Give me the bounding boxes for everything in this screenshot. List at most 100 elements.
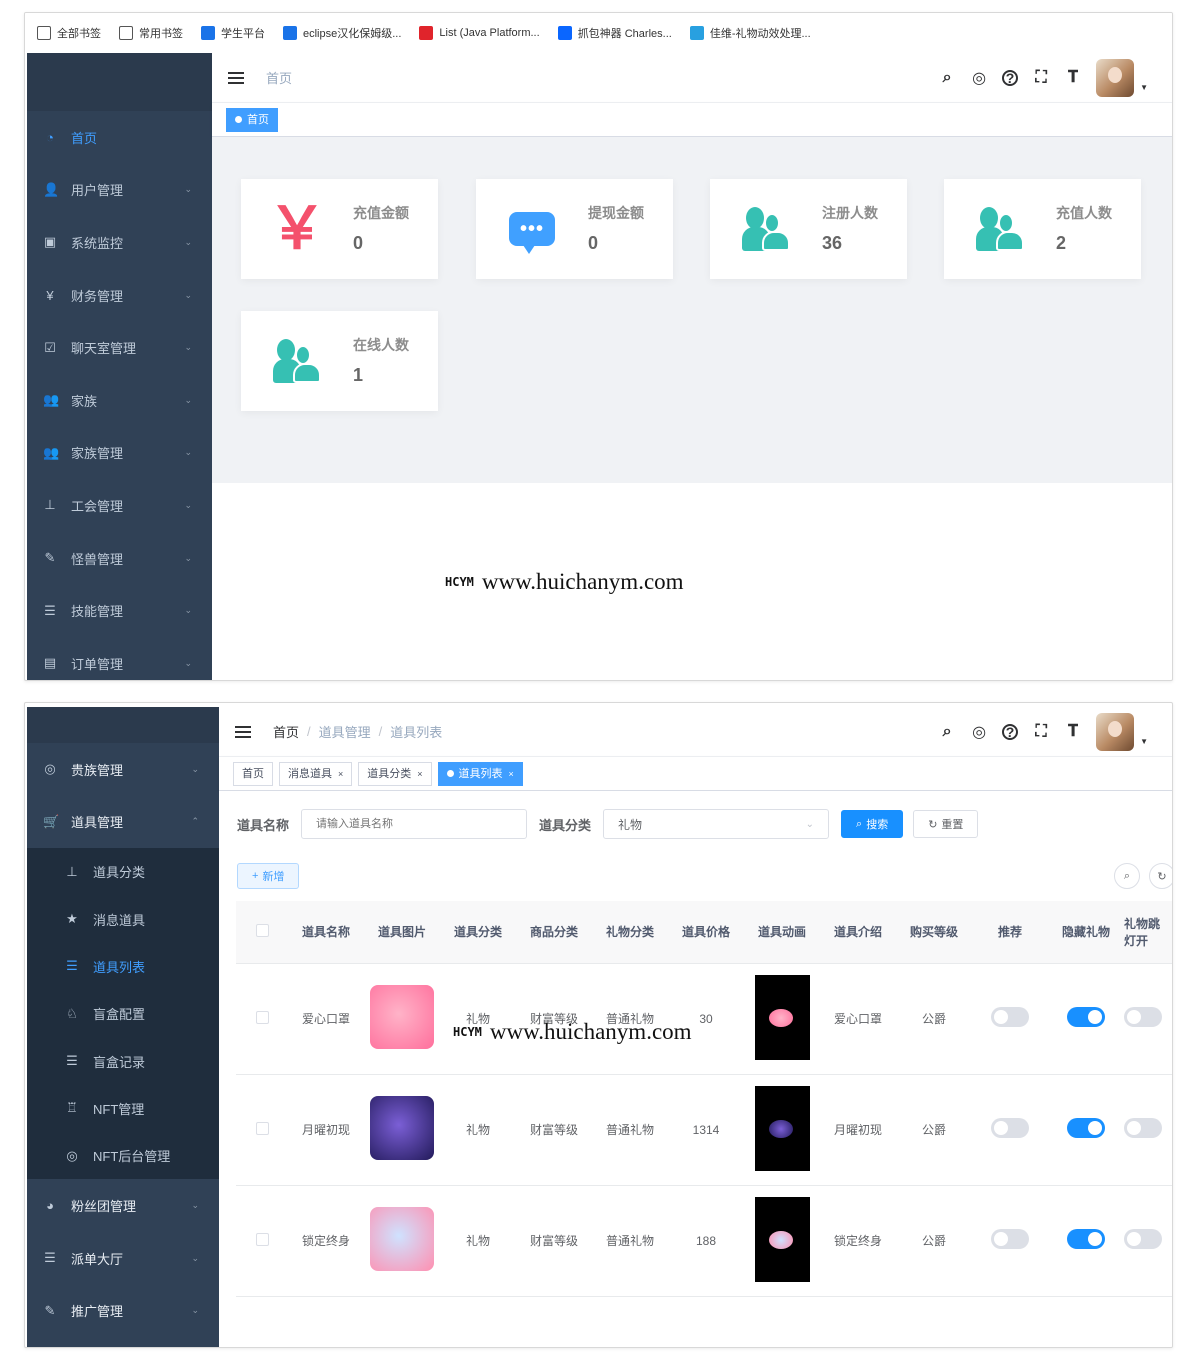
hidden-gift-switch[interactable]	[1067, 1118, 1105, 1138]
item-image-cell	[364, 1074, 440, 1186]
row-checkbox[interactable]	[255, 1010, 269, 1024]
font-size-icon[interactable]: 𝐓	[1064, 69, 1082, 87]
refresh-icon[interactable]: ↻	[1149, 863, 1172, 889]
reset-button[interactable]: ↻ 重置	[913, 810, 979, 838]
sidebar-item[interactable]: ▤ 订单管理 ⌄	[27, 637, 212, 680]
bookmark-item[interactable]: eclipse汉化保姆级...	[283, 25, 401, 41]
category-select[interactable]: 礼物 ⌄	[603, 809, 830, 839]
sidebar-item[interactable]: ♘ 盲盒配置	[27, 990, 219, 1037]
row-checkbox[interactable]	[255, 1232, 269, 1246]
item-name-input[interactable]	[301, 809, 528, 839]
github-icon[interactable]: ◎	[970, 69, 988, 87]
item-animation-preview[interactable]	[754, 974, 810, 1060]
yen-icon: ￥	[268, 196, 327, 261]
sidebar-item[interactable]: ♖ NFT管理	[27, 1085, 219, 1132]
hamburger-icon[interactable]	[235, 723, 251, 741]
sidebar-item[interactable]: ◎ NFT后台管理	[27, 1132, 219, 1179]
bookmark-item[interactable]: 抓包神器 Charles...	[557, 25, 672, 41]
sidebar-item[interactable]: ☰ 盲盒记录	[27, 1037, 219, 1084]
sidebar-item[interactable]: ☰ 派单大厅 ⌄	[27, 1232, 219, 1285]
help-icon[interactable]: ?	[1002, 724, 1019, 740]
fullscreen-icon[interactable]: ⛶	[1032, 69, 1050, 87]
card-registered-users[interactable]: 注册人数 36	[710, 179, 907, 279]
search-icon[interactable]: ⌕	[938, 723, 956, 741]
sidebar-item-label: 家族管理	[71, 446, 124, 462]
item-category: 礼物	[440, 1074, 516, 1186]
gift-light-cell	[1124, 1074, 1172, 1186]
toggle-search-icon[interactable]: ⌕	[1114, 863, 1140, 889]
bookmark-item[interactable]: 全部书签	[37, 25, 101, 41]
card-online-users[interactable]: 在线人数 1	[241, 311, 438, 411]
sidebar-item[interactable]: ▣ 系统监控 ⌄	[27, 216, 212, 269]
sidebar-item-label: 聊天室管理	[71, 341, 137, 357]
active-dot-icon	[235, 116, 242, 123]
hidden-gift-cell	[1048, 1185, 1124, 1297]
tag-item[interactable]: 道具分类 ×	[358, 761, 432, 786]
card-recharge-amount[interactable]: ￥ 充值金额 0	[241, 179, 438, 279]
sidebar-item[interactable]: ✎ 怪兽管理 ⌄	[27, 532, 212, 585]
close-icon[interactable]: ×	[509, 763, 514, 785]
tag-item[interactable]: 消息道具 ×	[279, 761, 353, 786]
column-header: 道具介绍	[820, 901, 896, 964]
tag-item[interactable]: 首页	[233, 761, 273, 786]
search-icon[interactable]: ⌕	[938, 69, 956, 87]
font-size-icon[interactable]: 𝐓	[1064, 723, 1082, 741]
navbar-tools: ⌕ ◎ ? ⛶ 𝐓 ▼	[924, 707, 1148, 757]
sidebar-item[interactable]: 👤 用户管理 ⌄	[27, 164, 212, 217]
help-icon[interactable]: ?	[1002, 70, 1019, 86]
sidebar-logo	[27, 707, 219, 743]
item-animation-preview[interactable]	[754, 1085, 810, 1171]
sidebar-item[interactable]: ☑ 聊天室管理 ⌄	[27, 321, 212, 374]
sidebar-item[interactable]: 👥 家族管理 ⌄	[27, 427, 212, 480]
avatar[interactable]	[1096, 713, 1135, 751]
tag-home[interactable]: 首页	[226, 107, 278, 132]
sidebar-item-label: 盲盒配置	[93, 1007, 146, 1023]
hidden-gift-switch[interactable]	[1067, 1229, 1105, 1249]
github-icon[interactable]: ◎	[970, 723, 988, 741]
caret-down-icon[interactable]: ▼	[1140, 737, 1148, 746]
caret-down-icon[interactable]: ▼	[1140, 83, 1148, 92]
search-button[interactable]: ⌕ 搜索	[841, 810, 904, 838]
tags-view: 首页 消息道具 × 道具分类 × 道具列表 ×	[219, 757, 1172, 791]
sidebar-item[interactable]: ◕ 粉丝团管理 ⌄	[27, 1179, 219, 1232]
hamburger-icon[interactable]	[228, 69, 244, 87]
bookmark-item[interactable]: 常用书签	[119, 25, 183, 41]
row-checkbox[interactable]	[255, 1121, 269, 1135]
card-withdraw-amount[interactable]: ••• 提现金额 0	[476, 179, 673, 279]
gift-light-switch[interactable]	[1124, 1118, 1162, 1138]
close-icon[interactable]: ×	[338, 763, 343, 785]
avatar[interactable]	[1096, 59, 1135, 97]
fullscreen-icon[interactable]: ⛶	[1032, 723, 1050, 741]
recommend-switch[interactable]	[991, 1118, 1029, 1138]
card-recharge-users[interactable]: 充值人数 2	[944, 179, 1141, 279]
sidebar-item[interactable]: ✎ 推广管理 ⌄	[27, 1284, 219, 1337]
select-all-checkbox[interactable]	[255, 923, 269, 937]
breadcrumb-item[interactable]: 首页	[273, 722, 299, 741]
bookmark-item[interactable]: 佳维-礼物动效处理...	[689, 25, 811, 41]
gift-light-switch[interactable]	[1124, 1007, 1162, 1027]
sidebar-item[interactable]: ★ 消息道具	[27, 895, 219, 942]
item-animation-preview[interactable]	[754, 1196, 810, 1282]
sidebar-item[interactable]: ◔ 首页	[27, 111, 212, 164]
recommend-switch[interactable]	[991, 1229, 1029, 1249]
sidebar-item[interactable]: ◎ 贵族管理 ⌄	[27, 743, 219, 796]
sidebar-item[interactable]: ¥ 财务管理 ⌄	[27, 269, 212, 322]
column-header: 推荐	[972, 901, 1048, 964]
sidebar-item[interactable]: 🛒 道具管理 ⌃	[27, 796, 219, 849]
list-icon: ☰	[44, 1250, 56, 1266]
tag-item[interactable]: 道具列表 ×	[437, 761, 523, 786]
close-icon[interactable]: ×	[417, 763, 422, 785]
sidebar-item[interactable]: 👥 家族 ⌄	[27, 374, 212, 427]
hidden-gift-switch[interactable]	[1067, 1007, 1105, 1027]
sidebar-item[interactable]: ⊥ 工会管理 ⌄	[27, 479, 212, 532]
sidebar-item[interactable]: ☰ 技能管理 ⌄	[27, 584, 212, 637]
tag-label: 消息道具	[288, 767, 332, 780]
gift-light-switch[interactable]	[1124, 1229, 1162, 1249]
bookmark-item[interactable]: List (Java Platform...	[419, 26, 540, 40]
recommend-switch[interactable]	[991, 1007, 1029, 1027]
add-button[interactable]: + 新增	[237, 863, 300, 889]
bookmark-item[interactable]: 学生平台	[201, 25, 265, 41]
sidebar-item[interactable]: ⊥ 道具分类	[27, 848, 219, 895]
card-label: 在线人数	[353, 337, 409, 353]
sidebar-item[interactable]: ☰ 道具列表	[27, 943, 219, 990]
